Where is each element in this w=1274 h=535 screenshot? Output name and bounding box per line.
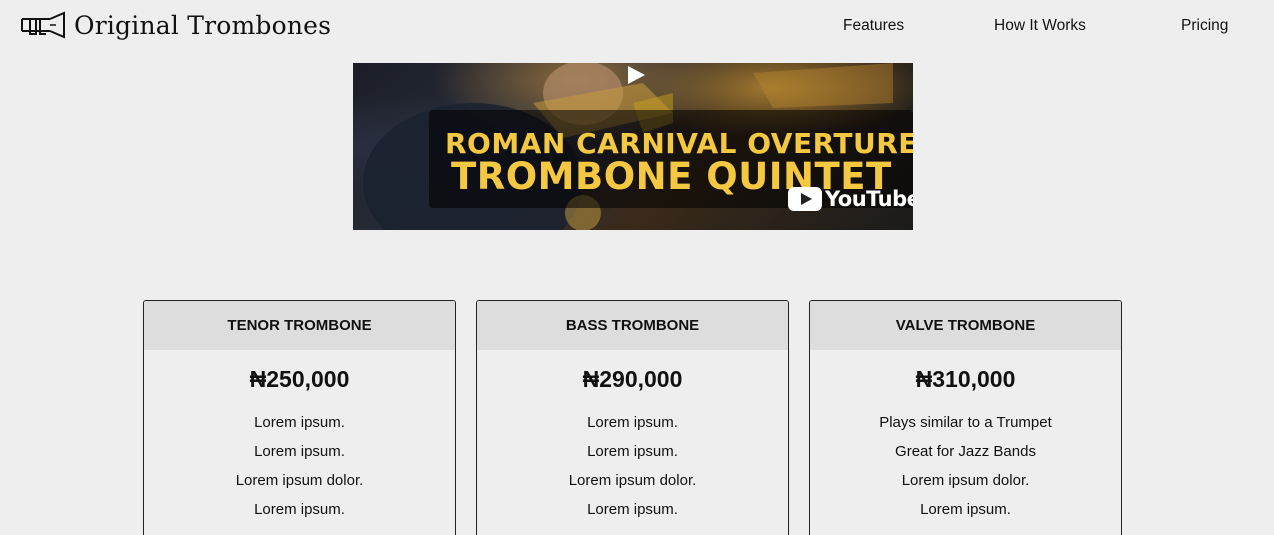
feature-item: Lorem ipsum dolor. <box>568 472 697 489</box>
feature-item: Lorem ipsum dolor. <box>235 472 364 489</box>
nav-link-features[interactable]: Features <box>843 17 904 35</box>
feature-item: Lorem ipsum. <box>254 501 345 518</box>
pricing-feature-list: Lorem ipsum. Lorem ipsum. Lorem ipsum do… <box>477 408 788 524</box>
pricing-card-tenor: TENOR TROMBONE ₦250,000 Lorem ipsum. Lor… <box>143 300 456 535</box>
brand-logo[interactable]: Original Trombones <box>20 8 331 42</box>
pricing-card-price: ₦310,000 <box>915 366 1016 392</box>
feature-item: Great for Jazz Bands <box>895 443 1036 460</box>
site-header: Original Trombones Features How It Works… <box>0 0 1274 55</box>
video-player[interactable]: ROMAN CARNIVAL OVERTURE TROMBONE QUINTET… <box>353 63 913 230</box>
feature-item: Lorem ipsum. <box>254 414 345 431</box>
nav-link-how-it-works[interactable]: How It Works <box>994 17 1086 35</box>
youtube-icon <box>788 187 822 211</box>
feature-item: Lorem ipsum. <box>587 414 678 431</box>
pricing-card-valve: VALVE TROMBONE ₦310,000 Plays similar to… <box>809 300 1122 535</box>
trombone-icon <box>21 11 65 39</box>
feature-item: Lorem ipsum. <box>587 501 678 518</box>
youtube-logo[interactable]: YouTube <box>788 187 913 211</box>
feature-item: Lorem ipsum. <box>587 443 678 460</box>
pricing-card-title: BASS TROMBONE <box>477 301 788 350</box>
youtube-wordmark: YouTube <box>825 187 913 211</box>
pricing-card-title: TENOR TROMBONE <box>144 301 455 350</box>
feature-item: Plays similar to a Trumpet <box>879 414 1052 431</box>
feature-item: Lorem ipsum. <box>920 501 1011 518</box>
pricing-card-bass: BASS TROMBONE ₦290,000 Lorem ipsum. Lore… <box>476 300 789 535</box>
pricing-feature-list: Lorem ipsum. Lorem ipsum. Lorem ipsum do… <box>144 408 455 524</box>
feature-item: Lorem ipsum dolor. <box>901 472 1030 489</box>
nav-link-pricing[interactable]: Pricing <box>1181 17 1228 35</box>
pricing-card-title: VALVE TROMBONE <box>810 301 1121 350</box>
pricing-feature-list: Plays similar to a Trumpet Great for Jaz… <box>810 408 1121 524</box>
feature-item: Lorem ipsum. <box>254 443 345 460</box>
pricing-card-price: ₦250,000 <box>249 366 350 392</box>
pricing-card-price: ₦290,000 <box>582 366 683 392</box>
play-icon[interactable] <box>625 64 647 86</box>
brand-name: Original Trombones <box>74 10 332 40</box>
